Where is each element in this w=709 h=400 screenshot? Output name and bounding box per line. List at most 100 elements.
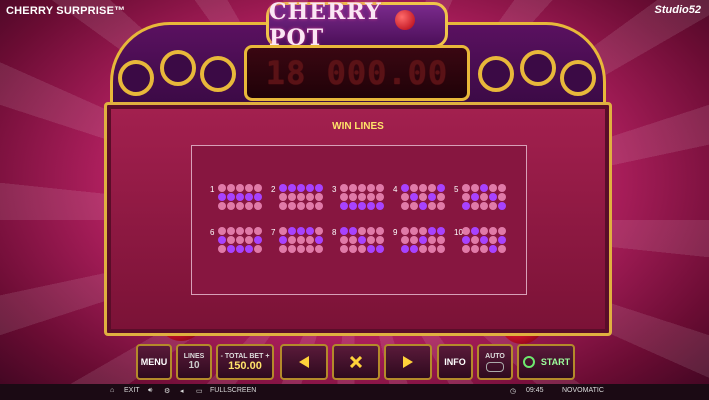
start-button[interactable]: START	[517, 344, 575, 380]
line-cell	[279, 245, 287, 253]
line-cell	[358, 227, 366, 235]
status-bar: ⌂ EXIT 🔊︎ ⚙ ◂ ▭ FULLSCREEN ◷ 09:45 NOVOM…	[0, 384, 709, 400]
line-cell-active	[358, 236, 366, 244]
line-cell-active	[245, 193, 253, 201]
line-cell	[419, 184, 427, 192]
line-cell	[315, 245, 323, 253]
previous-button[interactable]	[280, 344, 328, 380]
win-line-pattern	[218, 184, 262, 210]
line-cell	[315, 193, 323, 201]
cherry-icon	[395, 10, 415, 30]
line-cell	[367, 236, 375, 244]
ornament-ring-left-2	[160, 50, 196, 86]
line-cell-active	[349, 227, 357, 235]
line-cell-active	[376, 245, 384, 253]
win-line-number: 3	[332, 185, 337, 194]
line-cell	[462, 227, 470, 235]
win-line-6: 6	[210, 227, 268, 257]
line-cell	[462, 245, 470, 253]
game-title: CHERRY SURPRISE™	[6, 5, 126, 17]
exit-link[interactable]: EXIT	[124, 387, 140, 394]
line-cell	[340, 245, 348, 253]
line-cell-active	[462, 236, 470, 244]
line-cell	[437, 245, 445, 253]
line-cell	[489, 227, 497, 235]
line-cell	[376, 236, 384, 244]
jackpot-display: 18 000.00	[244, 45, 470, 101]
line-cell-active	[428, 193, 436, 201]
autoplay-button[interactable]: AUTO	[477, 344, 513, 380]
game-logo-text: CHERRY POT	[269, 0, 382, 51]
line-cell	[419, 193, 427, 201]
line-cell	[236, 227, 244, 235]
bet-plus-button[interactable]: +	[265, 353, 269, 360]
line-cell-active	[428, 227, 436, 235]
line-cell	[471, 245, 479, 253]
line-cell-active	[401, 245, 409, 253]
win-line-9: 9	[393, 227, 451, 257]
info-button[interactable]: INFO	[437, 344, 473, 380]
line-cell-active	[480, 236, 488, 244]
line-cell	[279, 193, 287, 201]
win-line-number: 6	[210, 228, 215, 237]
sound-icon[interactable]: 🔊︎	[148, 387, 152, 395]
line-cell-active	[288, 184, 296, 192]
win-line-4: 4	[393, 184, 451, 214]
fullscreen-icon[interactable]: ▭	[196, 387, 203, 395]
line-cell-active	[236, 193, 244, 201]
line-cell	[340, 236, 348, 244]
line-cell	[245, 227, 253, 235]
line-cell	[279, 202, 287, 210]
line-cell	[367, 227, 375, 235]
line-cell	[245, 202, 253, 210]
line-cell-active	[254, 193, 262, 201]
line-cell	[236, 184, 244, 192]
ornament-ring-left-3	[200, 56, 236, 92]
arrow-right-icon	[403, 356, 413, 368]
line-cell-active	[315, 236, 323, 244]
line-cell-active	[489, 193, 497, 201]
win-line-pattern	[279, 184, 323, 210]
ornament-ring-right-2	[520, 50, 556, 86]
line-cell	[437, 236, 445, 244]
lines-selector[interactable]: LINES 10	[176, 344, 212, 380]
line-cell	[358, 184, 366, 192]
line-cell-active	[437, 227, 445, 235]
line-cell	[401, 227, 409, 235]
win-line-3: 3	[332, 184, 390, 214]
settings-icon[interactable]: ⚙	[164, 387, 170, 395]
home-icon[interactable]: ⌂	[110, 387, 114, 394]
line-cell	[340, 184, 348, 192]
win-line-number: 1	[210, 185, 215, 194]
total-bet-selector: - TOTAL BET + 150.00	[216, 344, 274, 380]
line-cell	[254, 245, 262, 253]
fullscreen-link[interactable]: FULLSCREEN	[210, 387, 256, 394]
close-button[interactable]	[332, 344, 380, 380]
line-cell	[279, 227, 287, 235]
line-cell	[471, 202, 479, 210]
line-cell	[306, 202, 314, 210]
line-cell-active	[218, 236, 226, 244]
close-icon	[350, 356, 362, 368]
clock-icon: ◷	[510, 388, 517, 395]
line-cell	[236, 236, 244, 244]
line-cell	[254, 227, 262, 235]
line-cell-active	[227, 193, 235, 201]
volume-icon[interactable]: ◂	[180, 387, 184, 395]
menu-button[interactable]: MENU	[136, 344, 172, 380]
line-cell-active	[218, 193, 226, 201]
win-line-pattern	[401, 227, 445, 253]
line-cell-active	[254, 236, 262, 244]
line-cell	[498, 227, 506, 235]
next-button[interactable]	[384, 344, 432, 380]
line-cell-active	[367, 245, 375, 253]
line-cell-active	[410, 193, 418, 201]
line-cell-active	[349, 202, 357, 210]
line-cell	[471, 236, 479, 244]
auto-toggle-icon	[486, 361, 504, 372]
auto-label: AUTO	[485, 352, 505, 360]
line-cell-active	[471, 227, 479, 235]
win-line-8: 8	[332, 227, 390, 257]
line-cell	[227, 202, 235, 210]
bet-minus-button[interactable]: -	[221, 353, 223, 360]
